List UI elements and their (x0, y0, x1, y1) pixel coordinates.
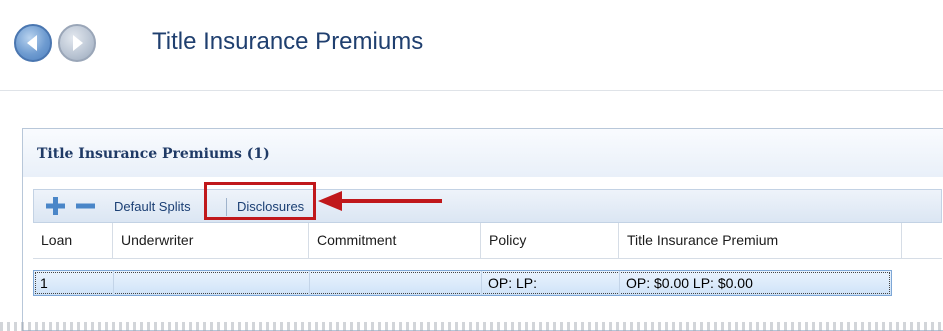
header: Title Insurance Premiums (0, 0, 943, 92)
premiums-panel: Title Insurance Premiums (1) Default Spl… (22, 128, 943, 331)
column-header-premium[interactable]: Title Insurance Premium (619, 223, 902, 258)
column-header-policy[interactable]: Policy (481, 223, 619, 258)
callout-arrow-icon (318, 191, 442, 211)
table-header: Loan Underwriter Commitment Policy Title… (33, 223, 942, 259)
cell-loan: 1 (34, 271, 114, 295)
forward-arrow-icon (73, 35, 83, 51)
cropped-edge (0, 322, 943, 331)
cell-underwriter (114, 271, 310, 295)
toolbar: Default Splits Disclosures (33, 189, 942, 223)
back-arrow-icon (27, 35, 37, 51)
cell-policy: OP: LP: (482, 271, 620, 295)
minus-icon[interactable] (74, 195, 96, 217)
panel-title-bar: Title Insurance Premiums (1) (23, 129, 943, 177)
disclosures-highlight-box (204, 182, 316, 220)
default-splits-button[interactable]: Default Splits (114, 199, 191, 214)
header-divider (0, 90, 943, 91)
back-button[interactable] (14, 24, 52, 62)
column-header-underwriter[interactable]: Underwriter (113, 223, 309, 258)
column-header-loan[interactable]: Loan (33, 223, 113, 258)
cell-commitment (310, 271, 482, 295)
cell-premium: OP: $0.00 LP: $0.00 (626, 275, 753, 291)
forward-button[interactable] (58, 24, 96, 62)
plus-icon[interactable] (44, 195, 66, 217)
panel-title: Title Insurance Premiums (1) (37, 146, 270, 162)
table-row[interactable]: 1 OP: LP: OP: $0.00 LP: $0.00 (33, 270, 892, 296)
column-header-commitment[interactable]: Commitment (309, 223, 481, 258)
page-title: Title Insurance Premiums (152, 28, 424, 55)
